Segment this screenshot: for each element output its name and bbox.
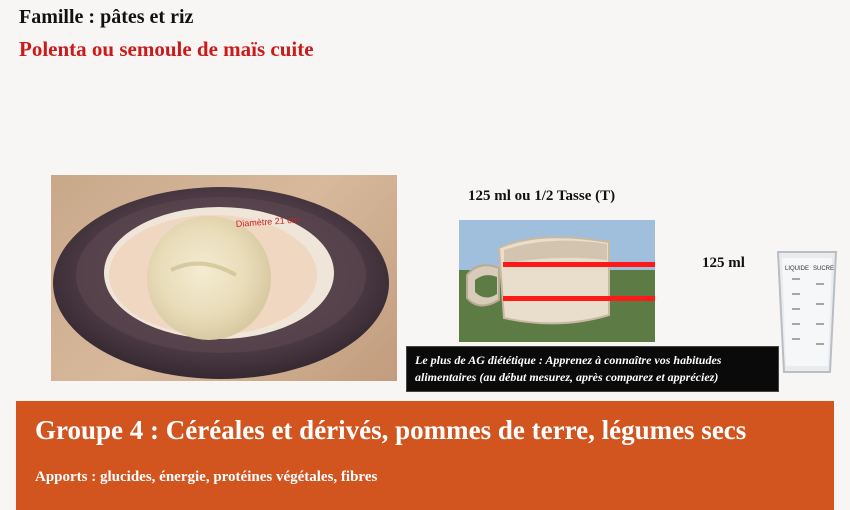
family-heading: Famille : pâtes et riz	[19, 6, 194, 28]
food-group-banner: Groupe 4 : Céréales et dérivés, pommes d…	[16, 401, 834, 510]
dietetic-tip-box: Le plus de AG diététique : Apprenez à co…	[406, 346, 779, 392]
food-title: Polenta ou semoule de maïs cuite	[19, 37, 314, 61]
beaker-liquide-label: LIQUIDE	[785, 266, 809, 272]
measuring-cup-illustration: LIQUIDE SUCRE	[776, 251, 838, 373]
cup-fill-line-top	[503, 262, 655, 267]
cup-illustration	[459, 220, 655, 342]
beaker-sucre-label: SUCRE	[813, 266, 834, 272]
plate-illustration: Diamètre 21 cm	[53, 187, 389, 379]
food-group-title: Groupe 4 : Céréales et dérivés, pommes d…	[35, 415, 747, 445]
food-group-intake: Apports : glucides, énergie, protéines v…	[35, 469, 378, 485]
cup-fill-line-bottom	[503, 296, 655, 301]
serving-size-label: 125 ml ou 1/2 Tasse (T)	[468, 188, 616, 204]
ml-marker-label: 125 ml	[702, 255, 745, 271]
cup-photo	[459, 220, 655, 342]
measuring-cup-photo: LIQUIDE SUCRE	[772, 244, 842, 378]
plate-photo: Diamètre 21 cm	[51, 175, 397, 381]
